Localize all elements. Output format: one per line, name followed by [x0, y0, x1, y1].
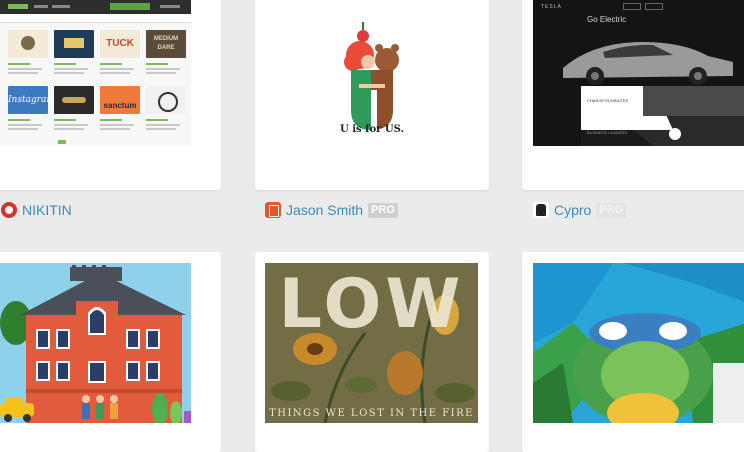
shot-card-4[interactable] [0, 252, 221, 452]
shot-thumbnail-5[interactable]: LOW THINGS WE LOST IN THE FIRE [265, 263, 478, 423]
pro-badge-2: PRO [368, 202, 398, 218]
u-tagline: U is for US. [340, 124, 404, 135]
mockup-tile-medium [8, 30, 48, 58]
mockup-tile-wings [54, 86, 94, 114]
player-avatar-2 [265, 202, 281, 218]
shot-card-2[interactable]: U is for US. [255, 0, 489, 190]
shot-card-3[interactable]: TESLA Go Electric CHARGE IN MINUTES BUSI… [522, 0, 744, 190]
shot-card-1[interactable]: TUCK MEDIUM DARE Instagram sanctum [0, 0, 221, 190]
mockup-tile-medium-dare: MEDIUM DARE [146, 30, 186, 58]
mockup-tile-sanctum: sanctum [100, 86, 140, 114]
mockup-nav-bar [0, 0, 191, 14]
mockup-tile-tuck: TUCK [100, 30, 140, 58]
shot-thumbnail-3[interactable]: TESLA Go Electric CHARGE IN MINUTES BUSI… [533, 0, 744, 146]
poster-title: LOW [278, 265, 465, 344]
mockup-footer: BUSINESS LEADERS [587, 130, 628, 135]
u-illustration [344, 22, 399, 130]
shot-thumbnail-1[interactable]: TUCK MEDIUM DARE Instagram sanctum [0, 0, 191, 146]
player-link-3[interactable]: Cypro PRO [533, 201, 627, 219]
player-link-1[interactable]: NIKITIN [1, 201, 72, 219]
building-illustration [0, 265, 191, 423]
player-avatar-3 [533, 202, 549, 218]
mockup-tile-instagram: Instagram [8, 86, 55, 114]
shot-thumbnail-4[interactable] [0, 263, 191, 423]
car-illustration [563, 42, 744, 146]
player-name-2[interactable]: Jason Smith [286, 202, 363, 218]
player-avatar-1 [1, 202, 17, 218]
player-link-2[interactable]: Jason Smith PRO [265, 201, 398, 219]
turtle-illustration [533, 263, 744, 423]
poster-subtitle: THINGS WE LOST IN THE FIRE [269, 408, 474, 419]
player-name-1[interactable]: NIKITIN [22, 202, 72, 218]
shot-thumbnail-2[interactable]: U is for US. [265, 0, 479, 168]
player-name-3[interactable]: Cypro [554, 202, 591, 218]
mockup-subhead: CHARGE IN MINUTES [587, 98, 629, 103]
pro-badge-3: PRO [596, 202, 627, 218]
mockup-tile-badge [146, 86, 186, 114]
shot-card-6[interactable] [522, 252, 744, 452]
shot-thumbnail-6[interactable] [533, 263, 744, 423]
shot-card-5[interactable]: LOW THINGS WE LOST IN THE FIRE [255, 252, 489, 452]
mockup-tile-touch [54, 30, 94, 58]
